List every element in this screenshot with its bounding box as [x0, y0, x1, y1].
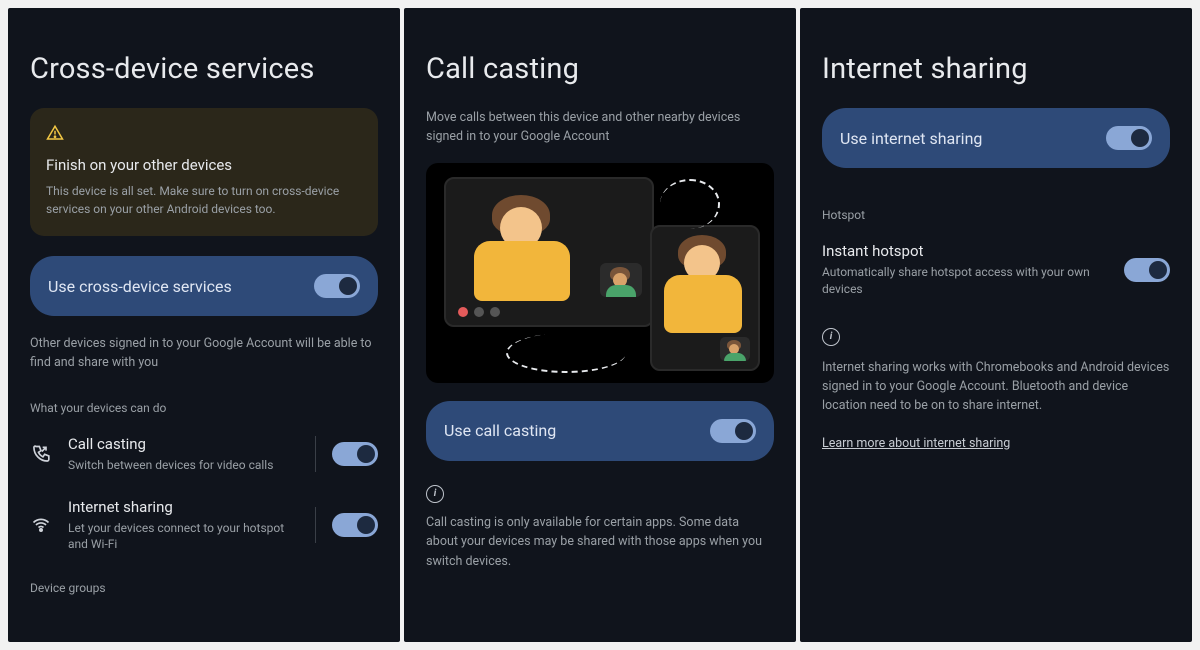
three-panel-wrap: Cross-device services Finish on your oth…	[0, 0, 1200, 650]
row-internet-sharing[interactable]: Internet sharing Let your devices connec…	[30, 486, 378, 566]
row-instant-hotspot[interactable]: Instant hotspot Automatically share hots…	[822, 230, 1170, 310]
internet-sharing-switch[interactable]	[332, 513, 378, 537]
info-icon: i	[822, 328, 840, 346]
wifi-icon	[30, 514, 52, 536]
warning-icon	[46, 124, 64, 142]
toggle-label: Use cross-device services	[48, 277, 232, 296]
toggle-switch[interactable]	[1106, 126, 1152, 150]
notice-title: Finish on your other devices	[46, 156, 362, 174]
use-cross-device-toggle-card[interactable]: Use cross-device services	[30, 256, 378, 316]
instant-hotspot-switch[interactable]	[1124, 258, 1170, 282]
info-icon: i	[426, 485, 444, 503]
section-what-devices-can-do: What your devices can do	[30, 401, 378, 415]
panel-internet-sharing: Internet sharing Use internet sharing Ho…	[800, 8, 1192, 642]
call-casting-switch[interactable]	[332, 442, 378, 466]
toggle-switch[interactable]	[710, 419, 756, 443]
page-title: Cross-device services	[30, 52, 378, 86]
toggle-label: Use call casting	[444, 421, 556, 440]
panel-cross-device: Cross-device services Finish on your oth…	[8, 8, 400, 642]
toggle-label: Use internet sharing	[840, 129, 982, 148]
page-title: Internet sharing	[822, 52, 1170, 86]
row-title: Instant hotspot	[822, 242, 1108, 260]
call-casting-desc: Move calls between this device and other…	[426, 108, 774, 147]
call-casting-illustration	[426, 163, 774, 383]
notice-body: This device is all set. Make sure to tur…	[46, 182, 362, 218]
row-divider	[315, 436, 316, 472]
finish-notice-card: Finish on your other devices This device…	[30, 108, 378, 236]
call-casting-info: Call casting is only available for certa…	[426, 513, 774, 571]
panel-call-casting: Call casting Move calls between this dev…	[404, 8, 796, 642]
row-call-casting[interactable]: Call casting Switch between devices for …	[30, 423, 378, 486]
row-title: Call casting	[68, 435, 299, 453]
row-title: Internet sharing	[68, 498, 299, 516]
use-internet-sharing-toggle-card[interactable]: Use internet sharing	[822, 108, 1170, 168]
below-toggle-desc: Other devices signed in to your Google A…	[30, 334, 378, 373]
learn-more-link[interactable]: Learn more about internet sharing	[822, 436, 1170, 451]
section-hotspot: Hotspot	[822, 208, 1170, 222]
page-title: Call casting	[426, 52, 774, 86]
info-icon-row: i	[426, 485, 774, 503]
toggle-switch[interactable]	[314, 274, 360, 298]
phone-arrow-icon	[30, 443, 52, 465]
row-subtitle: Automatically share hotspot access with …	[822, 264, 1108, 298]
info-icon-row: i	[822, 328, 1170, 346]
internet-sharing-info: Internet sharing works with Chromebooks …	[822, 358, 1170, 416]
section-device-groups: Device groups	[30, 581, 378, 595]
row-divider	[315, 507, 316, 543]
row-subtitle: Switch between devices for video calls	[68, 457, 299, 474]
row-subtitle: Let your devices connect to your hotspot…	[68, 520, 299, 554]
use-call-casting-toggle-card[interactable]: Use call casting	[426, 401, 774, 461]
